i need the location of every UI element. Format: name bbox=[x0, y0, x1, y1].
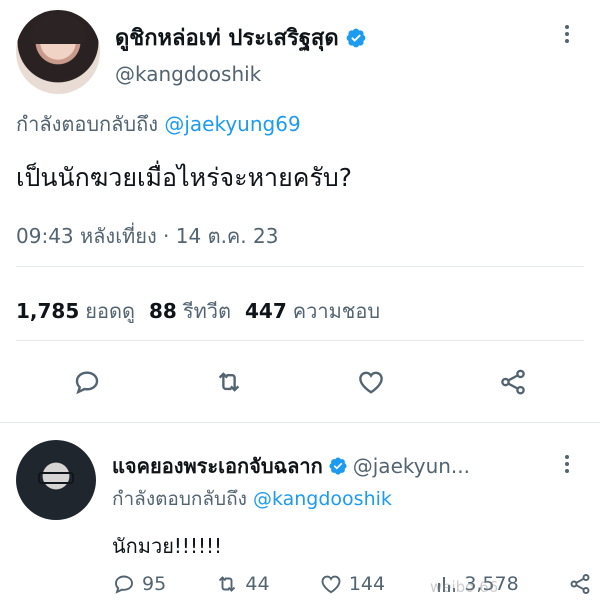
replying-to-handle-link[interactable]: @kangdooshik bbox=[253, 488, 392, 510]
reply-icon[interactable] bbox=[72, 367, 102, 397]
verified-badge-icon bbox=[346, 28, 366, 47]
reply-author-handle[interactable]: @jaekyun... bbox=[353, 454, 470, 478]
divider bbox=[16, 340, 584, 341]
retweet-icon bbox=[219, 576, 236, 592]
like-count: 144 bbox=[348, 573, 386, 595]
tweet-stats: 1,785 ยอดดู 88 รีทวีต 447 ความชอบ bbox=[16, 295, 380, 327]
replying-to-handle-link[interactable]: @jaekyung69 bbox=[164, 112, 300, 136]
reply-icon bbox=[115, 575, 133, 594]
replying-to-line: กำลังตอบกลับถึง @jaekyung69 bbox=[16, 108, 301, 140]
reply-author-avatar[interactable] bbox=[16, 440, 96, 520]
divider bbox=[0, 422, 600, 423]
tweet-action-bar bbox=[16, 360, 584, 404]
reply-button[interactable]: 95 bbox=[112, 572, 166, 596]
share-button[interactable] bbox=[568, 572, 592, 596]
retweet-count: 44 bbox=[245, 573, 270, 595]
reply-tweet-text: นักมวย!!!!!! bbox=[112, 534, 223, 558]
reply-action-bar: 95 44 144 3,578 bbox=[112, 572, 592, 596]
reply-author-row[interactable]: แจคยองพระเอกจับฉลาก @jaekyun... bbox=[112, 450, 470, 482]
verified-badge-icon bbox=[329, 457, 347, 475]
more-options-icon[interactable] bbox=[555, 452, 579, 476]
replying-to-prefix: กำลังตอบกลับถึง bbox=[16, 112, 158, 136]
reply-replying-to-line: กำลังตอบกลับถึง @kangdooshik bbox=[112, 484, 392, 514]
like-button[interactable]: 144 bbox=[319, 572, 385, 596]
tweet-timestamp[interactable]: 09:43 หลังเที่ยง · 14 ต.ค. 23 bbox=[16, 220, 278, 252]
replying-to-prefix: กำลังตอบกลับถึง bbox=[112, 488, 247, 510]
share-icon[interactable] bbox=[498, 367, 528, 397]
like-icon bbox=[321, 575, 341, 594]
like-icon[interactable] bbox=[356, 367, 386, 397]
author-name[interactable]: ดูชิกหล่อเท่ ประเสริฐสุด bbox=[115, 20, 339, 55]
retweet-button[interactable]: 44 bbox=[215, 572, 270, 596]
author-avatar[interactable] bbox=[16, 10, 100, 94]
reply-count: 95 bbox=[142, 573, 167, 595]
more-options-icon[interactable] bbox=[555, 22, 579, 50]
tweet-text: เป็นนักฆวยเมื่อไหร่จะหายครับ? bbox=[16, 163, 353, 192]
retweets-stat[interactable]: 88 รีทวีต bbox=[149, 295, 231, 327]
views-stat: 1,785 ยอดดู bbox=[16, 299, 135, 323]
likes-stat[interactable]: 447 ความชอบ bbox=[245, 295, 380, 327]
author-name-row[interactable]: ดูชิกหล่อเท่ ประเสริฐสุด bbox=[115, 20, 367, 55]
watermark: weibo 66 bbox=[430, 578, 499, 596]
retweet-icon[interactable] bbox=[214, 367, 244, 397]
author-handle[interactable]: @kangdooshik bbox=[115, 62, 261, 86]
divider bbox=[16, 266, 584, 267]
share-icon bbox=[570, 574, 590, 594]
reply-author-name[interactable]: แจคยองพระเอกจับฉลาก bbox=[112, 450, 323, 482]
